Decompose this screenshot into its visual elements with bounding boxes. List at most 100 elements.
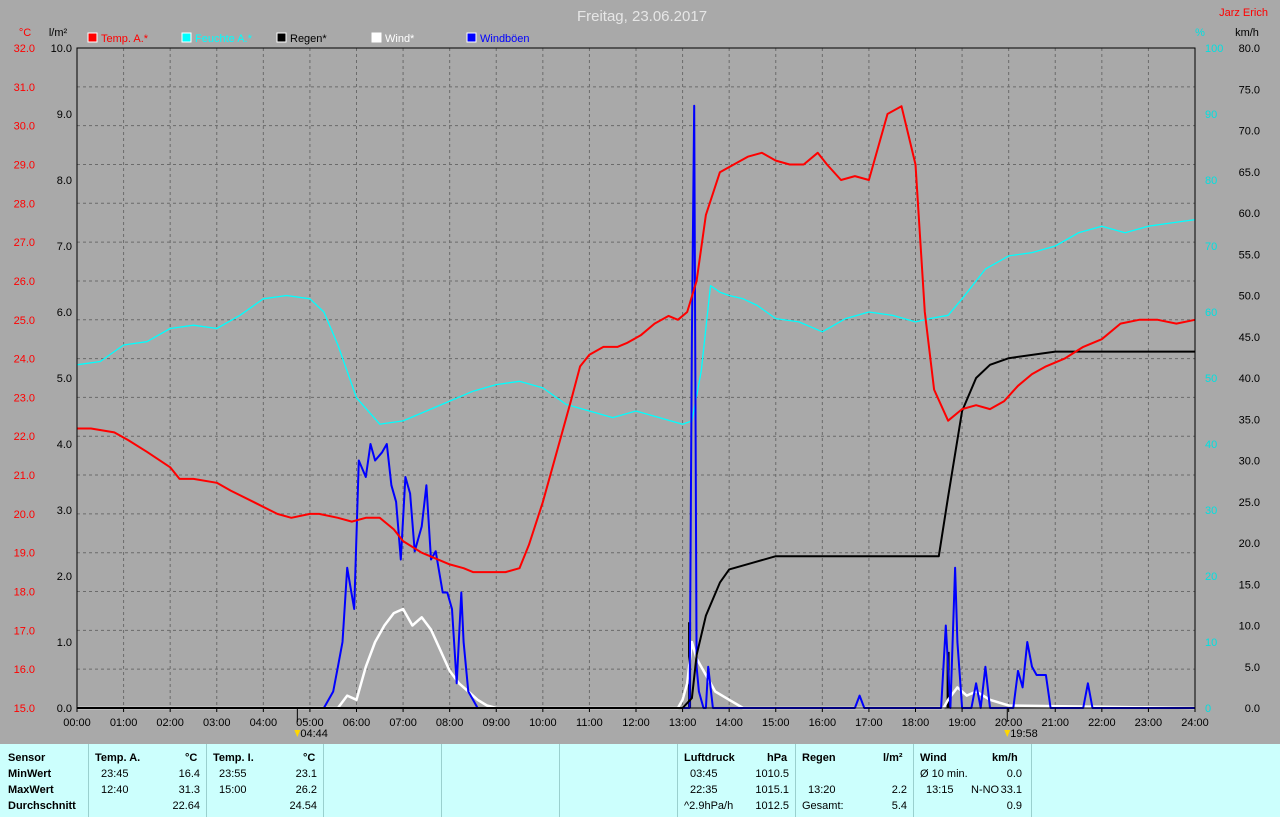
x-tick-label: 06:00 — [343, 717, 371, 729]
temp-i-title: Temp. I. — [213, 752, 254, 764]
humidity-tick-label: 80 — [1205, 175, 1217, 187]
wind-tick-label: 10.0 — [1239, 621, 1260, 633]
temp-tick-label: 26.0 — [14, 276, 35, 288]
legend: Temp. A.* Feuchte A.* Regen* Wind* Windböen — [87, 32, 530, 45]
divider — [795, 744, 796, 817]
rain-title: Regen — [802, 752, 836, 764]
rain-unit: l/m² — [883, 752, 903, 764]
wind-tick-label: 30.0 — [1239, 456, 1260, 468]
wind-max-dir: N-NO — [971, 784, 1000, 796]
temp-i-max-time: 15:00 — [219, 784, 247, 796]
divider — [677, 744, 678, 817]
rain-axis-unit: l/m² — [49, 27, 68, 39]
humidity-tick-label: 70 — [1205, 241, 1217, 253]
x-tick-label: 12:00 — [622, 717, 650, 729]
rain-tick-label: 8.0 — [57, 175, 72, 187]
x-tick-label: 01:00 — [110, 717, 138, 729]
temp-tick-label: 16.0 — [14, 664, 35, 676]
humidity-tick-label: 10 — [1205, 637, 1217, 649]
temp-axis-unit: °C — [19, 27, 31, 39]
row-label-sensor: Sensor — [8, 752, 46, 764]
legend-label: Temp. A.* — [101, 33, 149, 45]
temp-tick-label: 29.0 — [14, 159, 35, 171]
wind-axis-unit: km/h — [1235, 27, 1259, 39]
rain-tick-label: 9.0 — [57, 109, 72, 121]
wind-min: 0.0 — [1006, 768, 1022, 780]
legend-label: Feuchte A.* — [195, 33, 253, 45]
x-tick-label: 21:00 — [1041, 717, 1069, 729]
pressure-avg: 1012.5 — [755, 800, 789, 812]
wind-tick-label: 20.0 — [1239, 538, 1260, 550]
wind-tick-label: 25.0 — [1239, 497, 1260, 509]
temp-tick-label: 19.0 — [14, 548, 35, 560]
rain-tick-label: 0.0 — [57, 703, 72, 715]
x-tick-label: 22:00 — [1088, 717, 1116, 729]
temp-tick-label: 23.0 — [14, 392, 35, 404]
x-tick-label: 03:00 — [203, 717, 231, 729]
humidity-tick-label: 90 — [1205, 109, 1217, 121]
divider — [913, 744, 914, 817]
x-tick-label: 23:00 — [1135, 717, 1163, 729]
wind-tick-label: 0.0 — [1245, 703, 1260, 715]
x-tick-label: 14:00 — [715, 717, 743, 729]
temp-a-title: Temp. A. — [95, 752, 141, 764]
temp-tick-label: 27.0 — [14, 237, 35, 249]
humidity-tick-label: 20 — [1205, 571, 1217, 583]
x-tick-label: 07:00 — [389, 717, 417, 729]
temp-tick-label: 25.0 — [14, 315, 35, 327]
rain-max-time: 13:20 — [808, 784, 836, 796]
divider — [441, 744, 442, 817]
legend-label: Regen* — [290, 33, 327, 45]
temp-a-min: 16.4 — [178, 768, 200, 780]
x-tick-label: 00:00 — [63, 717, 91, 729]
temp-tick-label: 32.0 — [14, 43, 35, 55]
temp-tick-label: 20.0 — [14, 509, 35, 521]
legend-swatch — [87, 32, 98, 43]
wind-tick-label: 45.0 — [1239, 332, 1260, 344]
wind-unit: km/h — [992, 752, 1018, 764]
wind-max: 33.1 — [1000, 784, 1022, 796]
temp-a-max-time: 12:40 — [101, 784, 129, 796]
pressure-min: 1010.5 — [755, 768, 789, 780]
humidity-tick-label: 60 — [1205, 307, 1217, 319]
humidity-tick-label: 50 — [1205, 373, 1217, 385]
divider — [1031, 744, 1032, 817]
divider — [559, 744, 560, 817]
rain-tick-label: 1.0 — [57, 637, 72, 649]
stats-panel: Sensor MinWert MaxWert Durchschnitt Temp… — [0, 744, 1280, 817]
temp-a-unit: °C — [185, 752, 198, 764]
wind-avg: 0.9 — [1006, 800, 1022, 812]
temp-a-max: 31.3 — [178, 784, 200, 796]
pressure-min-time: 03:45 — [690, 768, 718, 780]
x-tick-label: 04:00 — [250, 717, 278, 729]
humidity-tick-label: 40 — [1205, 439, 1217, 451]
temp-a-avg: 22.64 — [172, 800, 200, 812]
wind-max-time: 13:15 — [926, 784, 954, 796]
temp-tick-label: 31.0 — [14, 82, 35, 94]
wind-tick-label: 5.0 — [1245, 662, 1260, 674]
x-tick-label: 13:00 — [669, 717, 697, 729]
rain-total: 5.4 — [891, 800, 907, 812]
rain-tick-label: 7.0 — [57, 241, 72, 253]
temp-tick-label: 18.0 — [14, 587, 35, 599]
temp-tick-label: 22.0 — [14, 431, 35, 443]
temp-i-unit: °C — [303, 752, 316, 764]
legend-label: Windböen — [480, 33, 530, 45]
legend-label: Wind* — [385, 33, 415, 45]
sunset-label: 19:58 — [1010, 728, 1038, 740]
wind-title: Wind — [920, 752, 947, 764]
rain-tick-label: 6.0 — [57, 307, 72, 319]
temp-tick-label: 17.0 — [14, 625, 35, 637]
wind-tick-label: 75.0 — [1239, 84, 1260, 96]
chart-author: Jarz Erich — [1219, 7, 1268, 19]
sunrise-label: 04:44 — [300, 728, 328, 740]
wind-tick-label: 65.0 — [1239, 167, 1260, 179]
wind-tick-label: 70.0 — [1239, 126, 1260, 138]
x-tick-label: 09:00 — [482, 717, 510, 729]
rain-tick-label: 10.0 — [51, 43, 72, 55]
wind-tick-label: 35.0 — [1239, 414, 1260, 426]
x-tick-label: 08:00 — [436, 717, 464, 729]
pressure-max: 1015.1 — [755, 784, 789, 796]
divider — [206, 744, 207, 817]
legend-swatch — [466, 32, 477, 43]
